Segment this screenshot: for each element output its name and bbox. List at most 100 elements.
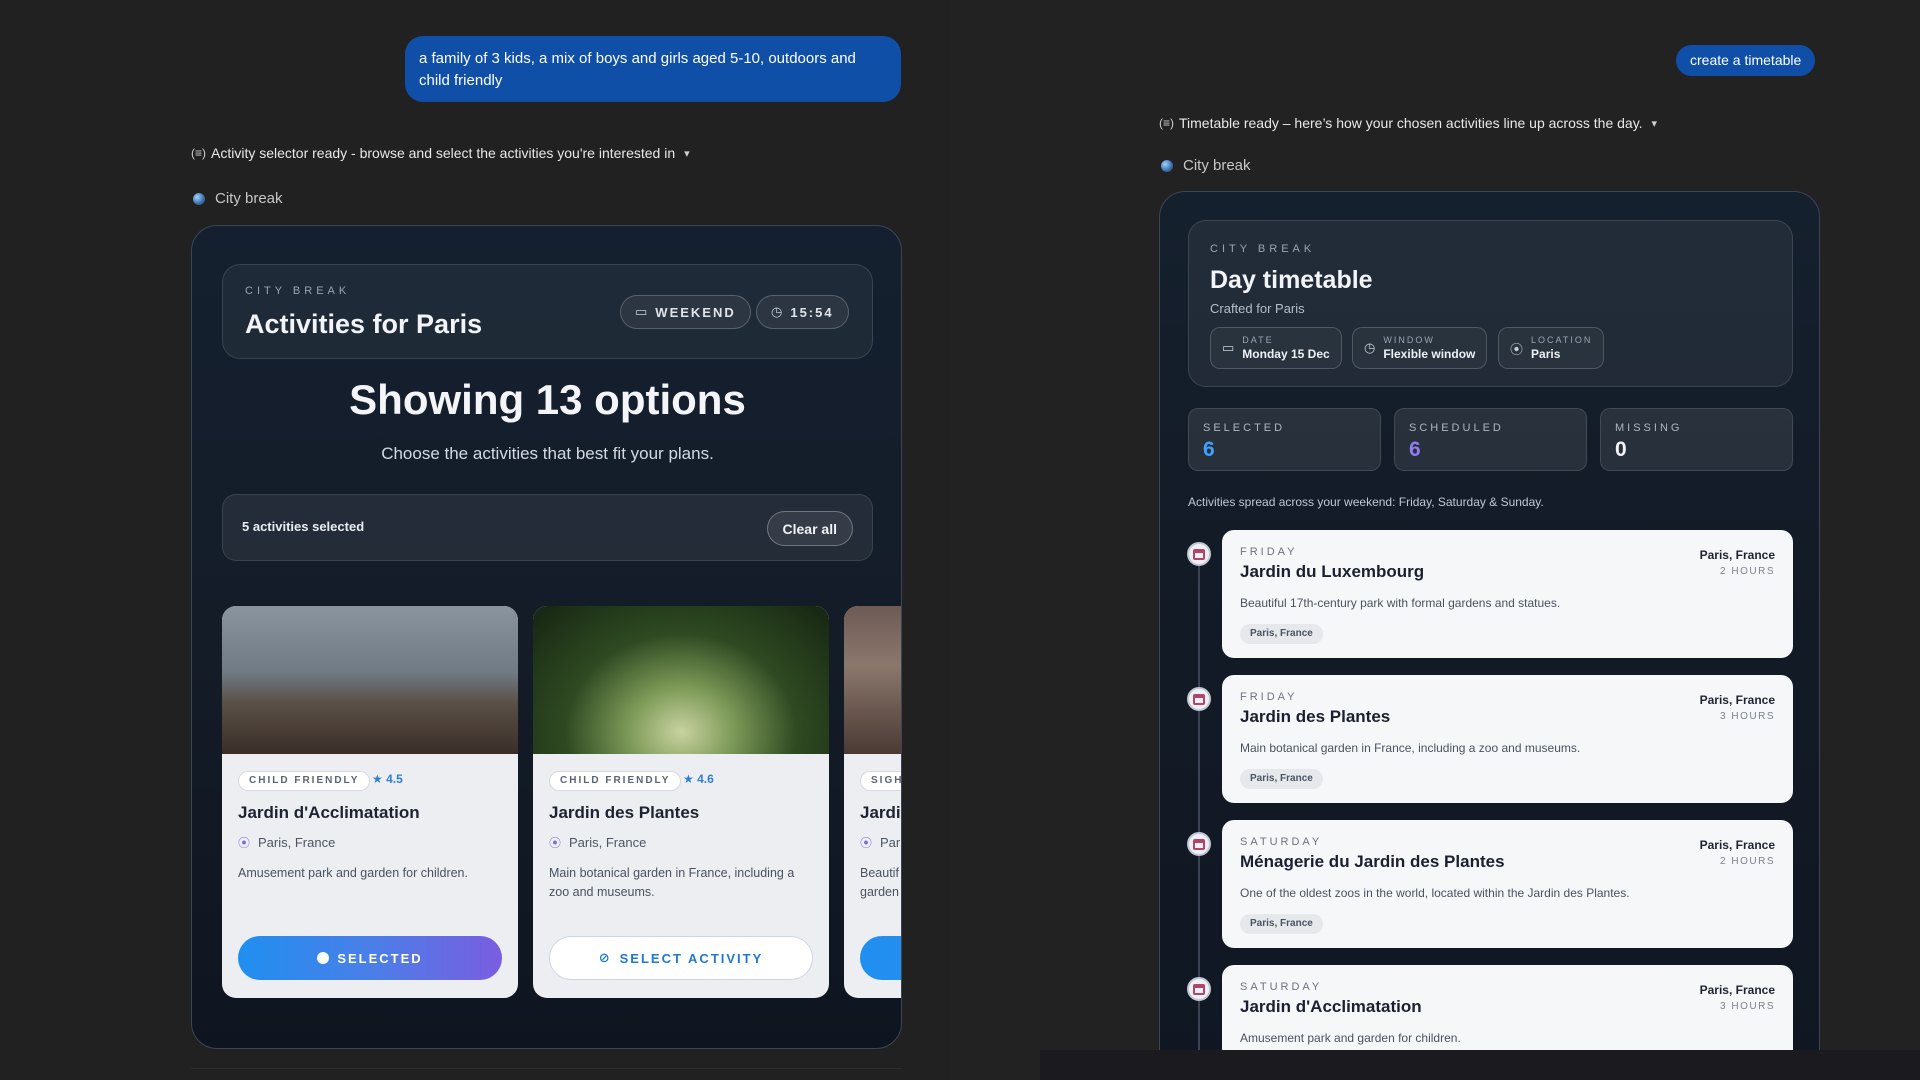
item-description: Main botanical garden in France, includi… [1240,741,1581,755]
pin-icon: ⦿ [238,836,251,850]
item-name: Jardin du Luxembourg [1240,562,1425,581]
timetable-item[interactable]: FRIDAY Jardin des Plantes Paris, France … [1222,675,1793,803]
timeline-dot [1187,977,1211,1001]
item-description: One of the oldest zoos in the world, loc… [1240,886,1630,900]
activity-location: ⦿ Paris, France [238,835,336,850]
activity-name: Jardi [860,803,901,822]
calendar-icon: ▭ [635,304,648,319]
item-day: FRIDAY [1240,691,1298,703]
item-duration: 2 HOURS [1720,566,1775,577]
selector-status-line[interactable]: (≡) Activity selector ready - browse and… [191,145,690,161]
check-dot-icon [317,952,330,964]
clock-icon: ◷ [771,304,783,319]
activity-location: ⦿ Paris, France [549,835,647,850]
timetable-subtitle: Crafted for Paris [1210,301,1305,316]
activity-image [222,606,518,754]
item-name: Jardin des Plantes [1240,707,1391,726]
stat-missing: MISSING 0 [1600,408,1793,471]
calendar-icon [1193,838,1205,850]
item-location: Paris, France [1699,693,1775,707]
activity-image [533,606,829,754]
stat-scheduled: SCHEDULED 6 [1394,408,1587,471]
item-description: Beautiful 17th-century park with formal … [1240,596,1561,610]
widget-status-icon: (≡) [191,146,206,160]
time-pill: ◷ 15:54 [756,295,849,329]
selection-bar: 5 activities selected Clear all [222,494,873,561]
options-subtitle: Choose the activities that best fit your… [381,444,714,463]
selector-source: City break [193,190,283,207]
timetable-widget: CITY BREAK Day timetable Crafted for Par… [1159,191,1820,1071]
activity-card[interactable]: SIGH Jardi ⦿ Pari Beautif garden [844,606,902,998]
item-duration: 3 HOURS [1720,1001,1775,1012]
timetable-status-line[interactable]: (≡) Timetable ready – here’s how your ch… [1159,115,1657,131]
pin-icon: ⦿ [549,836,562,850]
selector-source-label: City break [215,190,283,207]
activity-image [844,606,901,754]
user-message-bubble: a family of 3 kids, a mix of boys and gi… [405,36,901,102]
calendar-icon [1193,548,1205,560]
activity-name: Jardin d'Acclimatation [238,803,420,822]
spread-note: Activities spread across your weekend: F… [1188,495,1544,509]
item-description: Amusement park and garden for children. [1240,1031,1461,1045]
timeline-dot [1187,542,1211,566]
item-day: FRIDAY [1240,546,1298,558]
star-icon: ★ [372,772,383,786]
meta-window: ◷ WINDOW Flexible window [1352,327,1488,369]
pin-icon: ⦿ [860,836,873,850]
stat-selected: SELECTED 6 [1188,408,1381,471]
create-timetable-button[interactable]: create a timetable [1676,45,1816,76]
selector-status-text: Activity selector ready - browse and sel… [211,145,676,161]
chevron-down-icon[interactable]: ▾ [684,147,690,160]
select-activity-button[interactable]: ⊘ SELECT ACTIVITY [549,936,813,980]
calendar-icon [1193,693,1205,705]
item-day: SATURDAY [1240,836,1323,848]
activity-name: Jardin des Plantes [549,803,700,822]
activity-rating: ★ 4.6 [683,772,714,786]
timeline-dot [1187,687,1211,711]
activity-tag: CHILD FRIENDLY [238,771,371,791]
timetable-title: Day timetable [1210,266,1373,294]
star-icon: ★ [683,772,694,786]
clear-all-button[interactable]: Clear all [766,511,853,546]
time-pill-label: 15:54 [790,304,834,320]
timetable-source-label: City break [1183,157,1251,174]
item-location: Paris, France [1699,548,1775,562]
composer-area [1040,1050,1920,1080]
widget-status-icon: (≡) [1159,116,1174,130]
globe-icon [193,192,205,205]
options-count-heading: Showing 13 options [349,376,746,423]
selector-kicker: CITY BREAK [245,285,351,297]
timetable-status-text: Timetable ready – here’s how your chosen… [1179,115,1643,131]
item-name: Jardin d'Acclimatation [1240,997,1422,1016]
timetable-source: City break [1161,157,1251,174]
activity-tag: SIGH [860,771,901,791]
clock-icon: ◷ [1364,340,1376,355]
weekend-pill: ▭ WEEKEND [620,295,751,329]
timetable-kicker: CITY BREAK [1210,243,1316,255]
item-duration: 3 HOURS [1720,711,1775,722]
weekend-pill-label: WEEKEND [655,304,736,320]
chat-page: a family of 3 kids, a mix of boys and gi… [0,0,1920,1080]
timetable-item[interactable]: FRIDAY Jardin du Luxembourg Paris, Franc… [1222,530,1793,658]
timeline-dot [1187,832,1211,856]
activity-button[interactable] [860,936,901,980]
divider [191,1068,902,1069]
selector-header: CITY BREAK Activities for Paris ▭ WEEKEN… [222,264,873,359]
globe-icon [1161,159,1173,172]
check-circle-icon: ⊘ [598,950,612,965]
activity-description: Main botanical garden in France, includi… [549,866,795,899]
calendar-icon: ▭ [1222,340,1235,355]
meta-date: ▭ DATE Monday 15 Dec [1210,327,1342,369]
activity-card[interactable]: CHILD FRIENDLY ★ 4.5 Jardin d'Acclimatat… [222,606,518,998]
selected-button[interactable]: SELECTED [238,936,502,980]
chevron-down-icon[interactable]: ▾ [1652,117,1658,130]
activity-description: Beautif garden [860,866,899,899]
activity-tag: CHILD FRIENDLY [549,771,682,791]
timetable-item[interactable]: SATURDAY Ménagerie du Jardin des Plantes… [1222,820,1793,948]
calendar-icon [1193,983,1205,995]
item-tag: Paris, France [1240,769,1323,789]
activity-location: ⦿ Pari [860,835,902,850]
item-location: Paris, France [1699,983,1775,997]
activity-card[interactable]: CHILD FRIENDLY ★ 4.6 Jardin des Plantes … [533,606,829,998]
pin-icon: ⦿ [1510,341,1524,357]
